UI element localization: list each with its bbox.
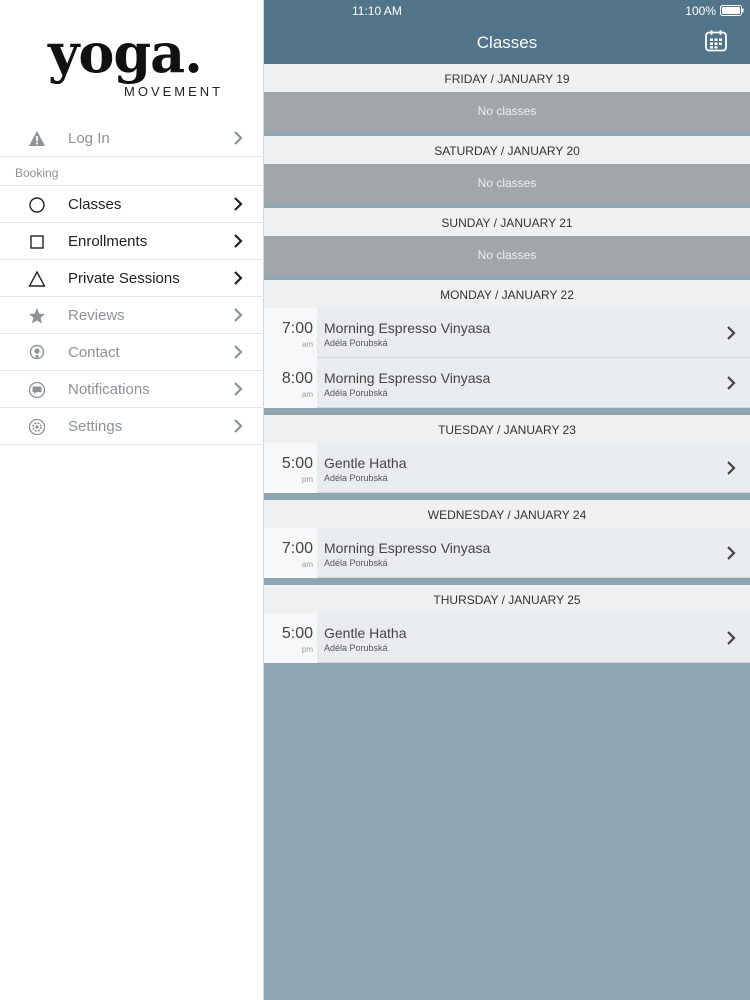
class-ampm: am [301, 560, 313, 569]
sidebar-item-settings[interactable]: Settings [0, 408, 264, 445]
sidebar-item-contact[interactable]: Contact [0, 334, 264, 371]
page-title: Classes [476, 33, 538, 52]
class-teacher: Adéla Porubská [324, 643, 388, 653]
class-time-box: 5:00 pm [264, 613, 317, 663]
triangle-icon [28, 270, 46, 287]
brand-name: yoga. [48, 21, 203, 85]
sidebar-item-notifications[interactable]: Notifications [0, 371, 264, 408]
status-time: 11:10 AM [352, 4, 402, 18]
battery-icon [720, 5, 744, 16]
chevron-right-icon [234, 197, 243, 211]
class-row[interactable]: 7:00 am Morning Espresso Vinyasa Adéla Poru… [264, 308, 750, 358]
chevron-right-icon [234, 419, 243, 433]
class-name: Gentle Hatha [324, 625, 407, 641]
day-divider [264, 663, 750, 670]
chevron-right-icon [234, 382, 243, 396]
class-name: Morning Espresso Vinyasa [324, 370, 491, 386]
brand-subtitle: MOVEMENT [124, 84, 224, 99]
sidebar-menu: Log In Booking Classes Enrollments Priva… [0, 120, 264, 445]
square-icon [30, 235, 44, 249]
chevron-right-icon [234, 234, 243, 248]
no-classes-row: No classes [264, 92, 750, 132]
sidebar-item-enrollments[interactable]: Enrollments [0, 223, 264, 260]
day-header: THURSDAY / JANUARY 25 [264, 585, 750, 613]
classes-pane: 11:10 AM 100% Classes FRIDAY / JANUARY 1… [264, 0, 750, 1000]
class-time: 5:00 [281, 625, 313, 642]
class-name: Morning Espresso Vinyasa [324, 540, 491, 556]
class-teacher: Adéla Porubská [324, 388, 388, 398]
status-bar: 11:10 AM 100% [264, 0, 750, 20]
status-battery: 100% [685, 4, 716, 18]
chevron-right-icon [234, 308, 243, 322]
class-ampm: pm [301, 645, 313, 654]
class-time-box: 7:00 am [264, 308, 317, 358]
chevron-right-icon [727, 546, 736, 560]
class-ampm: pm [301, 475, 313, 484]
chevron-right-icon [727, 461, 736, 475]
chevron-right-icon [234, 345, 243, 359]
class-name: Gentle Hatha [324, 455, 407, 471]
day-header: TUESDAY / JANUARY 23 [264, 415, 750, 443]
sidebar: yoga. MOVEMENT Log In Booking Classes En… [0, 0, 264, 1000]
calendar-icon[interactable] [704, 29, 728, 53]
class-row[interactable]: 5:00 pm Gentle Hatha Adéla Porubská [264, 613, 750, 663]
class-teacher: Adéla Porubská [324, 473, 388, 483]
day-header: SUNDAY / JANUARY 21 [264, 208, 750, 236]
class-row[interactable]: 7:00 am Morning Espresso Vinyasa Adéla Poru… [264, 528, 750, 578]
location-pin-icon [29, 344, 45, 360]
warning-icon [29, 131, 45, 146]
schedule-list: FRIDAY / JANUARY 19 No classes SATURDAY / … [264, 64, 750, 670]
sidebar-item-log-in[interactable]: Log In [0, 120, 264, 157]
class-teacher: Adéla Porubská [324, 558, 388, 568]
day-divider [264, 578, 750, 585]
chevron-right-icon [727, 631, 736, 645]
nav-bar: Classes [264, 20, 750, 64]
no-classes-row: No classes [264, 164, 750, 204]
no-classes-row: No classes [264, 236, 750, 276]
sidebar-item-label: Notifications [68, 381, 150, 398]
day-header: MONDAY / JANUARY 22 [264, 280, 750, 308]
class-row[interactable]: 5:00 pm Gentle Hatha Adéla Porubská [264, 443, 750, 493]
sidebar-item-label: Enrollments [68, 233, 148, 250]
class-name: Morning Espresso Vinyasa [324, 320, 491, 336]
class-ampm: am [301, 340, 313, 349]
class-time: 5:00 [281, 455, 313, 472]
class-time-box: 5:00 pm [264, 443, 317, 493]
circle-icon [29, 197, 45, 213]
chat-bubble-icon [28, 381, 46, 399]
chevron-right-icon [727, 376, 736, 390]
brand-logo: yoga. MOVEMENT [0, 22, 264, 102]
class-teacher: Adéla Porubská [324, 338, 388, 348]
chevron-right-icon [234, 271, 243, 285]
class-time-box: 7:00 am [264, 528, 317, 578]
sidebar-item-label: Classes [68, 196, 122, 213]
sidebar-item-reviews[interactable]: Reviews [0, 297, 264, 334]
section-label-booking: Booking [0, 157, 264, 186]
chevron-right-icon [234, 131, 243, 145]
day-header: SATURDAY / JANUARY 20 [264, 136, 750, 164]
sidebar-item-label: Log In [68, 130, 110, 147]
day-header: FRIDAY / JANUARY 19 [264, 64, 750, 92]
chevron-right-icon [727, 326, 736, 340]
sidebar-item-label: Reviews [68, 307, 125, 324]
day-divider [264, 408, 750, 415]
class-row[interactable]: 8:00 am Morning Espresso Vinyasa Adéla Poru… [264, 358, 750, 408]
class-time: 7:00 [281, 540, 313, 557]
day-divider [264, 493, 750, 500]
class-time: 8:00 [281, 370, 313, 387]
class-ampm: am [301, 390, 313, 399]
sidebar-item-private-sessions[interactable]: Private Sessions [0, 260, 264, 297]
sidebar-item-classes[interactable]: Classes [0, 186, 264, 223]
class-time-box: 8:00 am [264, 358, 317, 408]
class-time: 7:00 [281, 320, 313, 337]
gear-icon [28, 418, 46, 436]
star-icon [29, 308, 45, 324]
sidebar-item-label: Private Sessions [68, 270, 180, 287]
day-header: WEDNESDAY / JANUARY 24 [264, 500, 750, 528]
sidebar-item-label: Settings [68, 418, 123, 435]
sidebar-item-label: Contact [68, 344, 120, 361]
